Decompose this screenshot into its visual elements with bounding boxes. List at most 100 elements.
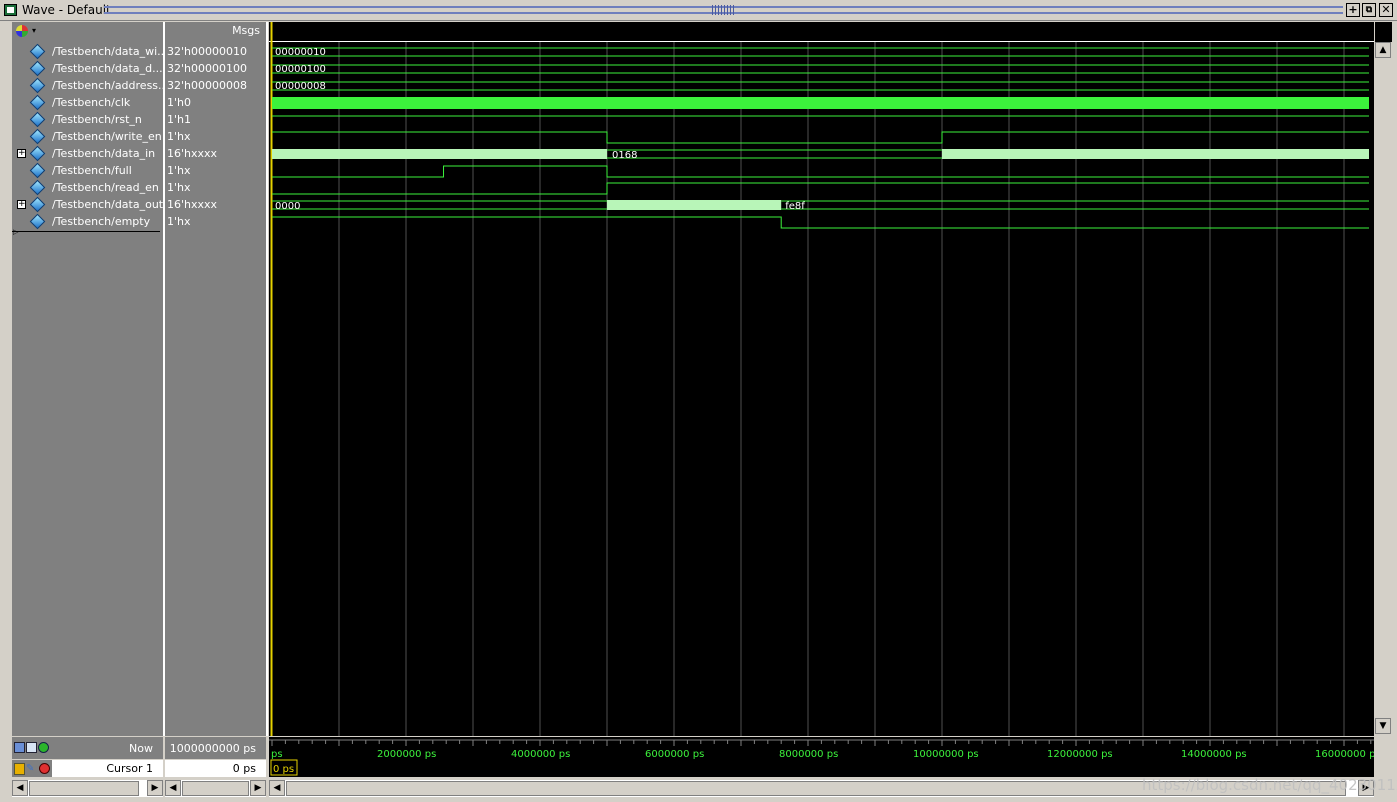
scroll-left-button[interactable]: ◀ [12,780,28,796]
wave-value-label: 0168 [612,150,637,161]
maximize-button[interactable]: + [1346,3,1360,17]
wave-value-label: 00000010 [275,47,326,58]
time-ruler[interactable]: ps 2000000 ps 4000000 ps 6000000 ps 8000000 … [269,737,1374,777]
now-value-cell: 1000000000 ps [165,737,266,759]
cursor-value-cell[interactable]: 0 ps [165,760,266,777]
signal-name: /Testbench/data_d... [52,62,163,75]
signal-name: /Testbench/full [52,164,132,177]
ruler-tick-label: 14000000 ps [1181,749,1247,760]
signal-values-pane[interactable]: Msgs 32'h00000010 32'h00000100 32'h0000000… [165,22,266,736]
scroll-up-button[interactable]: ▲ [1375,42,1391,58]
waveform-pane[interactable]: 00000010 00000100 00000008 0168 0000 fe8f [269,22,1374,736]
signal-value: 1'h0 [167,96,191,109]
signal-row[interactable]: /Testbench/rst_n [12,111,163,128]
now-label: Now [129,742,153,755]
msgs-header: Msgs [232,24,260,37]
signal-value: 1'hx [167,164,191,177]
ruler-tick-label: 12000000 ps [1047,749,1113,760]
empty-wave [272,216,1369,229]
ruler-tick-label: ps [271,749,283,760]
scroll-thumb[interactable] [182,781,249,796]
wave-value-label: 00000008 [275,81,326,92]
delete-cursor-icon[interactable] [39,763,50,774]
scroll-right-button[interactable]: ▶ [250,780,266,796]
graph-icon[interactable] [14,742,25,753]
cursor-label[interactable]: Cursor 1 [106,762,153,775]
expand-icon[interactable]: + [17,149,26,158]
signal-value: 32'h00000010 [167,45,247,58]
scroll-left-button[interactable]: ◀ [165,780,181,796]
list-icon[interactable] [26,742,37,753]
signal-icon [29,213,46,230]
scroll-thumb[interactable] [29,781,139,796]
signal-value: 1'hx [167,181,191,194]
signal-icon [29,196,46,213]
window-titlebar[interactable]: Wave - Default + ⧉ ✕ [0,0,1397,21]
cursor-row[interactable]: ✎ Cursor 1 [12,760,163,777]
titlebar-grip-handle[interactable] [712,5,734,15]
left-frame [0,22,12,736]
signal-icon [29,145,46,162]
scroll-left-button[interactable]: ◀ [269,780,285,796]
bus-undefined-fill [607,200,782,210]
signal-name: /Testbench/read_en [52,181,159,194]
ruler-tick-label: 10000000 ps [913,749,979,760]
signal-names-pane[interactable]: ▾ /Testbench/data_wi... /Testbench/data_d… [12,22,169,736]
signal-row[interactable]: /Testbench/clk [12,94,163,111]
signal-row[interactable]: /Testbench/write_en [12,128,163,145]
signal-value: 1'h1 [167,113,191,126]
lock-icon[interactable] [14,763,25,775]
ruler-tick-label: 6000000 ps [645,749,704,760]
now-value: 1000000000 ps [169,742,256,755]
chevron-down-icon[interactable]: ▾ [32,22,36,40]
close-button[interactable]: ✕ [1379,3,1393,17]
add-cursor-icon[interactable] [38,742,49,753]
signal-row[interactable]: + /Testbench/data_in [12,145,163,162]
ruler-tick-label: 2000000 ps [377,749,436,760]
scroll-down-button[interactable]: ▼ [1375,718,1391,734]
signal-row[interactable]: + /Testbench/data_out [12,196,163,213]
signal-group-icon[interactable] [16,25,28,37]
signal-row[interactable]: /Testbench/data_d... [12,60,163,77]
wave-header-corner [1375,22,1392,42]
values-horizontal-scrollbar[interactable]: ◀ ▶ [165,780,266,797]
signal-name: /Testbench/data_in [52,147,156,160]
signal-value: 16'hxxxx [167,147,218,160]
signal-icon [29,162,46,179]
signal-value: 16'hxxxx [167,198,218,211]
insertion-line [12,231,160,232]
signal-icon [29,111,46,128]
insertion-arrow-icon: ▷ [13,228,19,236]
signal-value: 1'hx [167,215,191,228]
signal-row[interactable]: /Testbench/data_wi... [12,43,168,60]
read-en-wave [272,182,1369,195]
vertical-scrollbar[interactable]: ▲ ▼ [1375,42,1392,736]
write-en-wave [272,131,1369,144]
expand-icon[interactable]: + [17,200,26,209]
pencil-icon[interactable]: ✎ [26,763,34,774]
signal-row[interactable]: /Testbench/empty [12,213,163,230]
signal-value: 1'hx [167,130,191,143]
signal-row[interactable]: /Testbench/read_en [12,179,163,196]
cursor-value: 0 ps [232,762,256,775]
signal-icon [29,60,46,77]
signal-row[interactable]: /Testbench/address... [12,77,169,94]
names-header: ▾ [12,22,163,40]
scroll-right-button[interactable]: ▶ [147,780,163,796]
signal-icon [29,77,46,94]
bus-undefined-fill [272,149,607,159]
waveform-canvas[interactable]: 00000010 00000100 00000008 0168 0000 fe8f [269,22,1374,736]
watermark-text: https://blog.csdn.net/qq_40230112 [1142,776,1397,794]
bus-undefined-fill [942,149,1369,159]
signal-row[interactable]: /Testbench/full [12,162,163,179]
wave-value-label: 0000 [275,201,300,212]
signal-icon [29,179,46,196]
signal-name: /Testbench/empty [52,215,151,228]
time-ruler-canvas[interactable]: ps 2000000 ps 4000000 ps 6000000 ps 8000000 … [269,737,1374,777]
pane-divider[interactable] [266,22,268,780]
names-horizontal-scrollbar[interactable]: ◀ ▶ [12,780,163,797]
ruler-tick-label: 4000000 ps [511,749,570,760]
wave-window-icon [4,4,17,16]
restore-button[interactable]: ⧉ [1362,3,1376,17]
signal-name: /Testbench/address... [52,79,169,92]
